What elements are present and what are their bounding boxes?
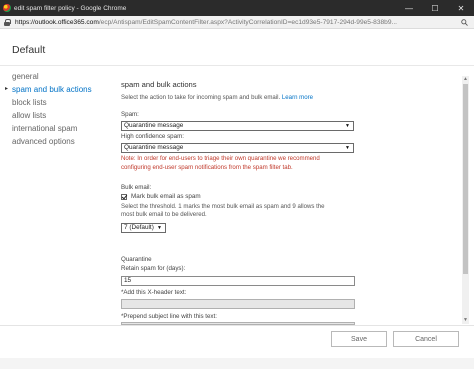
mark-bulk-as-spam-label: Mark bulk email as spam xyxy=(131,193,201,200)
window-bottom-edge xyxy=(0,358,474,369)
learn-more-link[interactable]: Learn more xyxy=(282,94,313,101)
nav-item-advanced-options[interactable]: advanced options xyxy=(12,135,112,148)
spam-label: Spam: xyxy=(121,111,139,118)
window-controls: — ☐ ✕ xyxy=(396,0,474,16)
footer-divider xyxy=(0,325,474,326)
quarantine-heading: Quarantine xyxy=(121,256,152,263)
scroll-thumb[interactable] xyxy=(463,84,468,274)
minimize-button[interactable]: — xyxy=(396,0,422,16)
policy-nav: general ▸ spam and bulk actions block li… xyxy=(5,70,112,148)
threshold-line-1: Select the threshold. 1 marks the most b… xyxy=(121,203,325,210)
lock-icon xyxy=(4,18,11,26)
nav-item-allow-lists[interactable]: allow lists xyxy=(12,109,112,122)
close-button[interactable]: ✕ xyxy=(448,0,474,16)
prepend-subject-label: *Prepend subject line with this text: xyxy=(121,313,217,320)
high-confidence-spam-label: High confidence spam: xyxy=(121,133,184,140)
section-heading: spam and bulk actions xyxy=(121,80,197,89)
nav-item-spam-and-bulk-actions[interactable]: ▸ spam and bulk actions xyxy=(5,83,112,96)
url-host: https://outlook.office365.com xyxy=(15,18,99,26)
dropdown-arrow-icon: ▼ xyxy=(345,145,350,151)
url-path: /ecp/Antispam/EditSpamContentFilter.aspx… xyxy=(98,18,398,26)
high-confidence-spam-select[interactable]: Quarantine message ▼ xyxy=(121,143,354,153)
bulk-email-label: Bulk email: xyxy=(121,184,152,191)
scroll-down-icon[interactable]: ▼ xyxy=(462,317,469,324)
retain-spam-label: Retain spam for (days): xyxy=(121,265,186,272)
high-confidence-spam-value: Quarantine message xyxy=(124,144,184,151)
section-description: Select the action to take for incoming s… xyxy=(121,94,461,101)
content-scrollbar[interactable]: ▲ ▼ xyxy=(462,76,469,324)
dropdown-arrow-icon: ▼ xyxy=(157,225,162,231)
threshold-description: Select the threshold. 1 marks the most b… xyxy=(121,203,357,219)
address-bar[interactable]: https://outlook.office365.com/ecp/Antisp… xyxy=(0,16,474,29)
content-panel: spam and bulk actions Select the action … xyxy=(121,80,461,325)
nav-item-label: spam and bulk actions xyxy=(12,85,92,94)
dropdown-arrow-icon: ▼ xyxy=(345,123,350,129)
active-caret-icon: ▸ xyxy=(5,86,9,92)
xheader-label: *Add this X-header text: xyxy=(121,289,187,296)
url-text[interactable]: https://outlook.office365.com/ecp/Antisp… xyxy=(15,19,461,26)
retain-spam-days-input[interactable]: 15 xyxy=(121,276,355,286)
search-icon[interactable] xyxy=(461,19,468,26)
nav-item-general[interactable]: general xyxy=(12,70,112,83)
threshold-line-2: most bulk email to be delivered. xyxy=(121,211,207,218)
header-divider xyxy=(0,65,474,66)
spam-action-value: Quarantine message xyxy=(124,122,184,129)
spam-action-select[interactable]: Quarantine message ▼ xyxy=(121,121,354,131)
note-line-1: Note: In order for end-users to triage t… xyxy=(121,155,320,162)
cancel-button[interactable]: Cancel xyxy=(393,331,459,347)
save-button[interactable]: Save xyxy=(331,331,387,347)
nav-item-international-spam[interactable]: international spam xyxy=(12,122,112,135)
maximize-button[interactable]: ☐ xyxy=(422,0,448,16)
chrome-icon xyxy=(3,4,11,12)
scroll-up-icon[interactable]: ▲ xyxy=(462,76,469,83)
note-line-2: configuring end-user spam notifications … xyxy=(121,163,293,171)
bulk-threshold-value: 7 (Default) xyxy=(124,224,154,231)
bulk-threshold-select[interactable]: 7 (Default) ▼ xyxy=(121,223,166,233)
nav-item-block-lists[interactable]: block lists xyxy=(12,96,112,109)
xheader-input[interactable] xyxy=(121,299,355,309)
mark-bulk-as-spam-row[interactable]: Mark bulk email as spam xyxy=(121,193,201,200)
mark-bulk-as-spam-checkbox[interactable] xyxy=(121,193,127,200)
window-titlebar: edit spam filter policy - Google Chrome … xyxy=(0,0,474,16)
end-user-note: Note: In order for end-users to triage t… xyxy=(121,155,361,172)
window-title: edit spam filter policy - Google Chrome xyxy=(14,4,127,12)
description-text: Select the action to take for incoming s… xyxy=(121,94,281,101)
page-title: Default xyxy=(12,44,46,56)
